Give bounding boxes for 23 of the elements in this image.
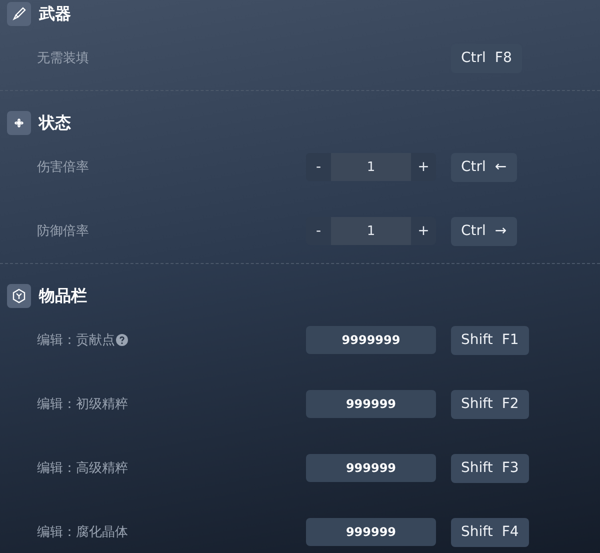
- hotkey-button[interactable]: Shift F3: [451, 454, 529, 482]
- hotkey-button[interactable]: Ctrl →: [451, 216, 517, 246]
- value-field[interactable]: 999999: [306, 454, 436, 482]
- section-title: 物品栏: [39, 286, 87, 306]
- hotkey-button[interactable]: Shift F2: [451, 390, 529, 418]
- value-field[interactable]: 9999999: [306, 326, 436, 354]
- hotkey-button[interactable]: Ctrl ←: [451, 152, 517, 182]
- row-label: 无需装填: [37, 50, 90, 67]
- row-label: 编辑：贡献点: [37, 332, 115, 349]
- stepper-value[interactable]: 1: [331, 217, 411, 245]
- section-title: 状态: [39, 112, 71, 134]
- value-field[interactable]: 999999: [306, 518, 436, 546]
- row-label: 编辑：腐化晶体: [37, 524, 129, 541]
- row-label: 伤害倍率: [37, 159, 90, 176]
- section-title: 武器: [39, 4, 71, 24]
- row-label: 编辑：初级精粹: [37, 396, 129, 413]
- value-field[interactable]: 999999: [306, 390, 436, 418]
- hotkey-button[interactable]: Ctrl F8: [451, 44, 522, 72]
- hotkey-button[interactable]: Shift F4: [451, 518, 529, 546]
- row-label: 编辑：高级精粹: [37, 460, 129, 477]
- hotkey-button[interactable]: Shift F1: [451, 326, 529, 354]
- stepper-value[interactable]: 1: [331, 153, 411, 181]
- row-label: 防御倍率: [37, 223, 90, 240]
